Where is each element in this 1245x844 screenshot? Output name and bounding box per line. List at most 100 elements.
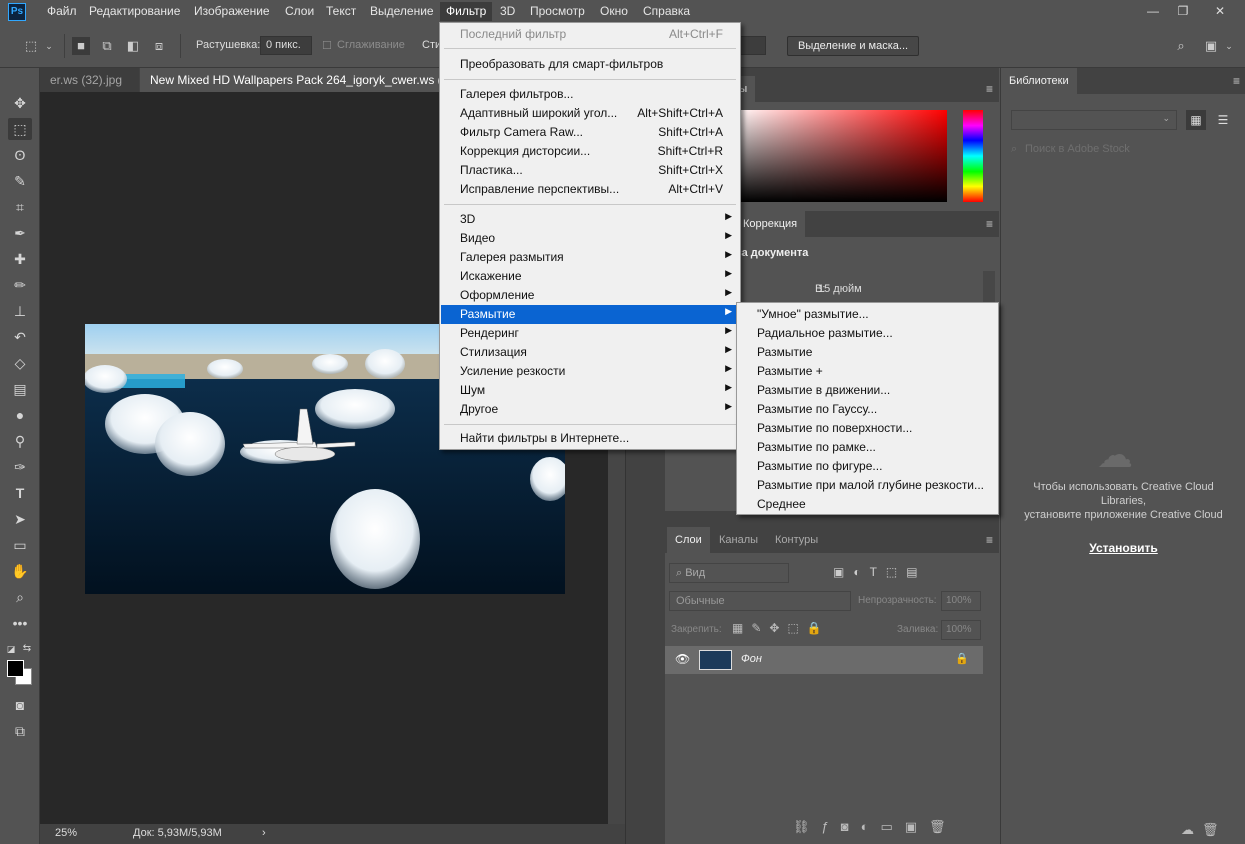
submenu-item-box-blur[interactable]: Размытие по рамке... bbox=[738, 438, 997, 457]
menu-image[interactable]: Изображение bbox=[194, 4, 270, 18]
menu-file[interactable]: Файл bbox=[47, 4, 77, 18]
layer-filter-icons[interactable]: ▣◐T⬚▤ bbox=[833, 565, 927, 579]
menu-view[interactable]: Просмотр bbox=[530, 4, 585, 18]
lasso-tool-icon[interactable]: ʘ bbox=[8, 144, 32, 166]
search-icon[interactable]: ⌕ bbox=[1172, 37, 1190, 55]
fill-input[interactable]: 100% bbox=[941, 620, 981, 640]
list-view-icon[interactable]: ☰ bbox=[1213, 110, 1233, 130]
layers-footer-icons[interactable]: ⛓ƒ◙◐▭▣🗑 bbox=[793, 819, 958, 835]
menu-item-stylize[interactable]: Стилизация ▶ bbox=[441, 343, 739, 362]
more-tools-icon[interactable]: ••• bbox=[8, 612, 32, 634]
menu-item-filter-gallery[interactable]: Галерея фильтров... bbox=[441, 85, 739, 104]
menu-layers[interactable]: Слои bbox=[285, 4, 314, 18]
menu-item-adaptive-wide-angle[interactable]: Адаптивный широкий угол... Alt+Shift+Ctrl… bbox=[441, 104, 739, 123]
menu-item-vanishing-point[interactable]: Исправление перспективы... Alt+Ctrl+V bbox=[441, 180, 739, 199]
color-field[interactable] bbox=[733, 110, 947, 202]
foreground-color-swatch[interactable] bbox=[7, 660, 24, 677]
minimize-button[interactable]: — bbox=[1138, 2, 1168, 22]
intersect-selection-icon[interactable]: ⧈ bbox=[150, 37, 168, 55]
menu-item-other[interactable]: Другое ▶ bbox=[441, 400, 739, 419]
rectangular-marquee-tool-icon[interactable]: ⬚ bbox=[8, 118, 32, 140]
submenu-item-blur-more[interactable]: Размытие + bbox=[738, 362, 997, 381]
submenu-item-smart-blur[interactable]: "Умное" размытие... bbox=[738, 305, 997, 324]
menu-type[interactable]: Текст bbox=[326, 4, 356, 18]
zoom-tool-icon[interactable]: ⌕ bbox=[8, 586, 32, 608]
brush-tool-icon[interactable]: ✏ bbox=[8, 274, 32, 296]
menu-filter[interactable]: Фильтр bbox=[440, 2, 493, 21]
visibility-eye-icon[interactable]: 👁 bbox=[675, 652, 690, 666]
restore-button[interactable]: ❐ bbox=[1168, 2, 1198, 22]
menu-item-distort[interactable]: Искажение ▶ bbox=[441, 267, 739, 286]
subtract-selection-icon[interactable]: ◧ bbox=[124, 37, 142, 55]
menu-item-last-filter[interactable]: Последний фильтр Alt+Ctrl+F bbox=[441, 25, 739, 44]
menu-item-blur[interactable]: Размытие ▶ bbox=[441, 305, 739, 324]
menu-item-pixelate[interactable]: Оформление ▶ bbox=[441, 286, 739, 305]
panel-menu-icon[interactable]: ≡ bbox=[986, 533, 993, 547]
quick-mask-icon[interactable]: ◙ bbox=[8, 694, 32, 716]
menu-select[interactable]: Выделение bbox=[370, 4, 434, 18]
menu-help[interactable]: Справка bbox=[643, 4, 690, 18]
submenu-item-gaussian-blur[interactable]: Размытие по Гауссу... bbox=[738, 400, 997, 419]
submenu-item-radial-blur[interactable]: Радиальное размытие... bbox=[738, 324, 997, 343]
submenu-item-blur[interactable]: Размытие bbox=[738, 343, 997, 362]
menu-item-3d[interactable]: 3D ▶ bbox=[441, 210, 739, 229]
rectangle-tool-icon[interactable]: ▭ bbox=[8, 534, 32, 556]
menu-item-noise[interactable]: Шум ▶ bbox=[441, 381, 739, 400]
close-window-button[interactable]: ✕ bbox=[1205, 2, 1235, 22]
submenu-item-surface-blur[interactable]: Размытие по поверхности... bbox=[738, 419, 997, 438]
menu-item-browse-filters-online[interactable]: Найти фильтры в Интернете... bbox=[441, 429, 739, 448]
gradient-tool-icon[interactable]: ▤ bbox=[8, 378, 32, 400]
libraries-footer-icons[interactable]: ☁🗑 bbox=[1181, 822, 1227, 838]
quick-selection-tool-icon[interactable]: ✎ bbox=[8, 170, 32, 192]
workspace-icon[interactable]: ▣ bbox=[1202, 37, 1220, 55]
feather-input[interactable]: 0 пикс. bbox=[260, 36, 312, 55]
menu-3d[interactable]: 3D bbox=[500, 4, 515, 18]
menu-item-sharpen[interactable]: Усиление резкости ▶ bbox=[441, 362, 739, 381]
eraser-tool-icon[interactable]: ◇ bbox=[8, 352, 32, 374]
chevron-down-icon[interactable]: ⌄ bbox=[1220, 37, 1238, 55]
submenu-item-average[interactable]: Среднее bbox=[738, 495, 997, 514]
menu-item-camera-raw[interactable]: Фильтр Camera Raw... Shift+Ctrl+A bbox=[441, 123, 739, 142]
status-menu-arrow[interactable]: › bbox=[262, 827, 266, 839]
panel-menu-icon[interactable]: ≡ bbox=[1233, 74, 1240, 88]
swap-colors-icon[interactable]: ⇆ bbox=[20, 638, 34, 660]
marquee-preset-icon[interactable]: ⬚ bbox=[22, 37, 40, 55]
select-mask-button[interactable]: Выделение и маска... bbox=[787, 36, 920, 56]
screen-mode-icon[interactable]: ⧉ bbox=[8, 720, 32, 742]
document-tab[interactable]: er.ws (32).jpg bbox=[40, 68, 139, 92]
healing-brush-tool-icon[interactable]: ✚ bbox=[8, 248, 32, 270]
stock-search-input[interactable]: ⌕ Поиск в Adobe Stock bbox=[1011, 140, 1237, 160]
add-selection-icon[interactable]: ⧉ bbox=[98, 37, 116, 55]
panel-menu-icon[interactable]: ≡ bbox=[986, 82, 993, 96]
submenu-item-motion-blur[interactable]: Размытие в движении... bbox=[738, 381, 997, 400]
tab-paths[interactable]: Контуры bbox=[767, 527, 826, 553]
library-select[interactable]: ⌄ bbox=[1011, 110, 1177, 130]
submenu-item-lens-blur[interactable]: Размытие при малой глубине резкости... bbox=[738, 476, 997, 495]
menu-item-liquify[interactable]: Пластика... Shift+Ctrl+X bbox=[441, 161, 739, 180]
tab-libraries[interactable]: Библиотеки bbox=[1001, 68, 1077, 94]
tab-channels[interactable]: Каналы bbox=[711, 527, 766, 553]
eyedropper-tool-icon[interactable]: ✒ bbox=[8, 222, 32, 244]
crop-tool-icon[interactable]: ⌗ bbox=[8, 196, 32, 218]
blur-tool-icon[interactable]: ● bbox=[8, 404, 32, 426]
antialias-checkbox[interactable]: ☐ bbox=[322, 39, 332, 52]
default-colors-icon[interactable]: ◪ bbox=[4, 638, 18, 660]
dodge-tool-icon[interactable]: ⚲ bbox=[8, 430, 32, 452]
blend-mode-select[interactable]: Обычные bbox=[669, 591, 851, 611]
hue-slider[interactable] bbox=[963, 110, 983, 202]
menu-window[interactable]: Окно bbox=[600, 4, 628, 18]
zoom-level[interactable]: 25% bbox=[55, 827, 77, 839]
lock-icons[interactable]: ▦✎✥⬚🔒 bbox=[732, 621, 830, 635]
panel-menu-icon[interactable]: ≡ bbox=[986, 217, 993, 231]
pen-tool-icon[interactable]: ✑ bbox=[8, 456, 32, 478]
tab-adjustments[interactable]: Коррекция bbox=[735, 211, 806, 237]
menu-item-render[interactable]: Рендеринг ▶ bbox=[441, 324, 739, 343]
move-tool-icon[interactable]: ✥ bbox=[8, 92, 32, 114]
menu-edit[interactable]: Редактирование bbox=[89, 4, 180, 18]
menu-item-convert-smart[interactable]: Преобразовать для смарт-фильтров bbox=[441, 55, 739, 74]
layer-name[interactable]: Фон bbox=[741, 653, 762, 665]
height-input[interactable] bbox=[740, 36, 766, 55]
hand-tool-icon[interactable]: ✋ bbox=[8, 560, 32, 582]
grid-view-icon[interactable]: ▦ bbox=[1186, 110, 1206, 130]
install-link[interactable]: Установить bbox=[1001, 541, 1245, 555]
